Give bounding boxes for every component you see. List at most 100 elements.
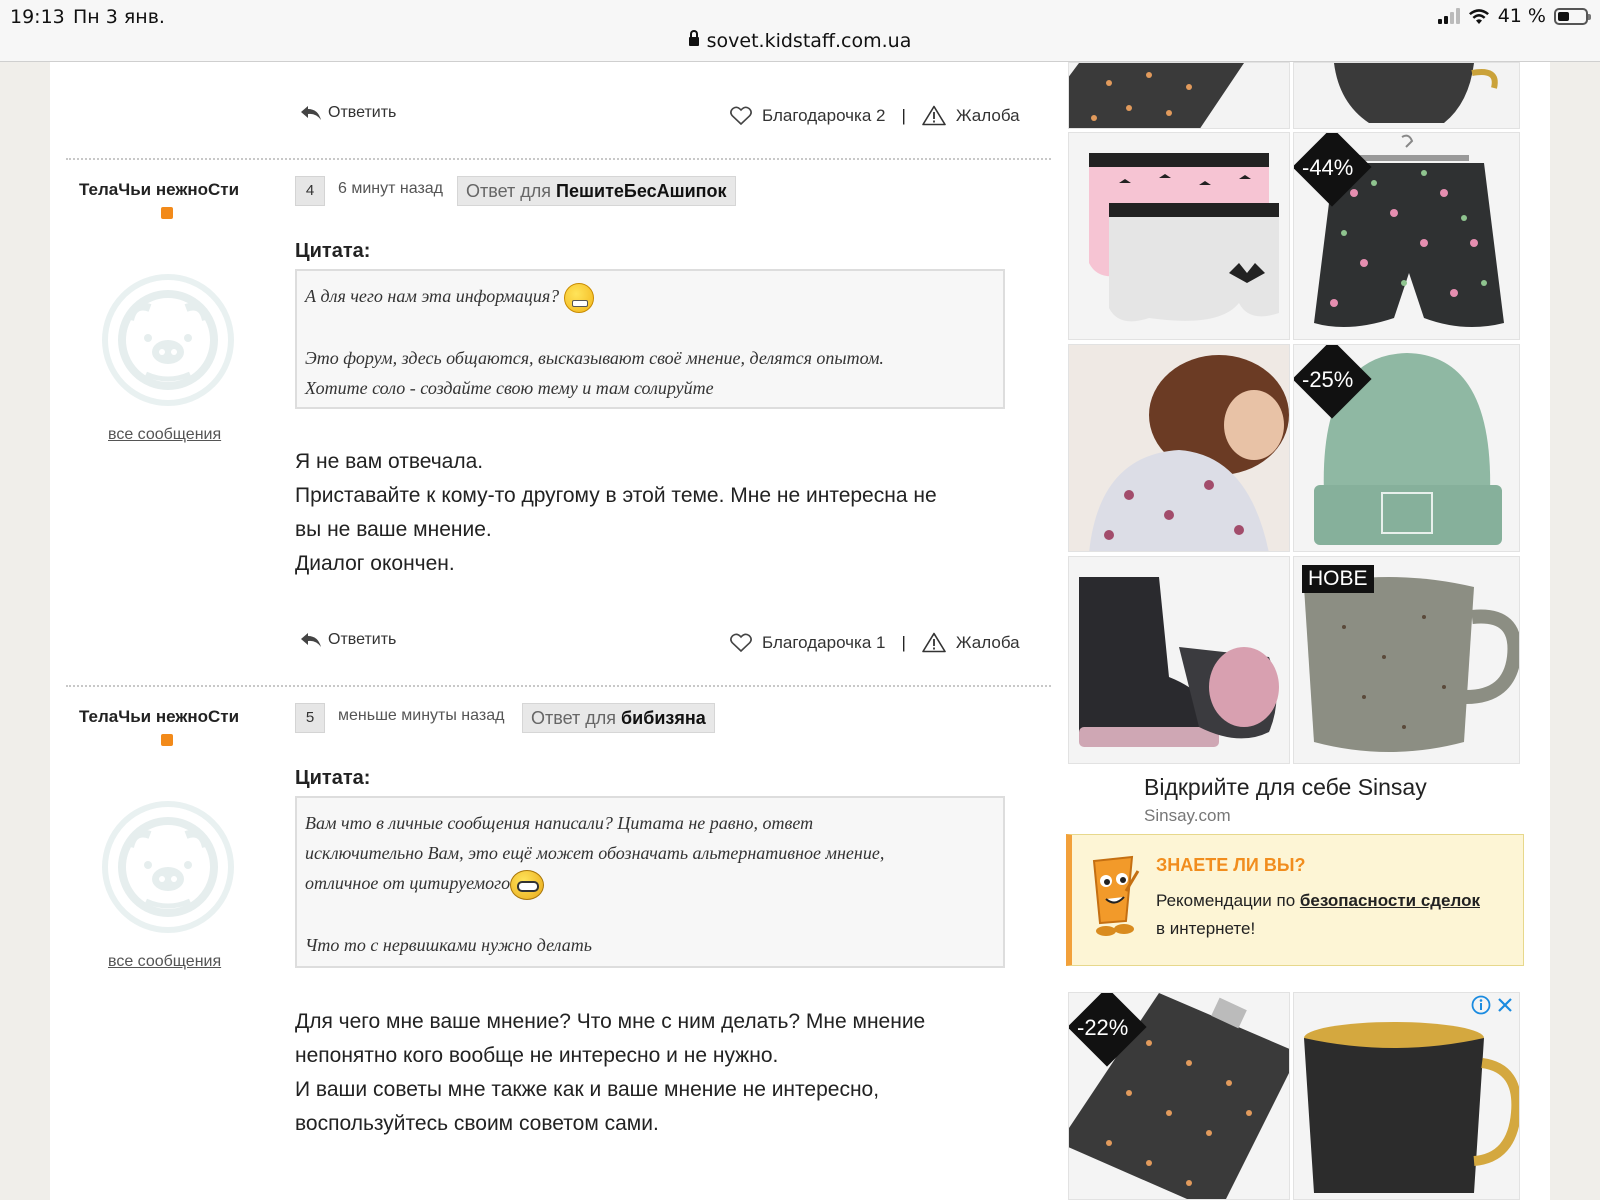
reply-to-badge[interactable]: Ответ для ПешитеБесАшипок xyxy=(457,176,736,206)
ad-product-beanie[interactable]: -25% xyxy=(1293,344,1520,552)
reply-to-badge[interactable]: Ответ для бибизяна xyxy=(522,703,715,733)
gold-mug-product-image xyxy=(1294,993,1519,1199)
battery-icon xyxy=(1554,7,1591,25)
status-bar: 19:13 Пн 3 янв. 41 % sovet.kidstaff.com.… xyxy=(0,0,1600,62)
post-line: вы не ваше мнение. xyxy=(295,518,492,541)
clipboard-product-image xyxy=(1069,63,1289,128)
ad-product-floral-shorts[interactable]: -44% xyxy=(1293,132,1520,340)
post-line: непонятно кого вообще не интересно и не … xyxy=(295,1044,779,1067)
thanks-count: 2 xyxy=(876,105,886,125)
status-icons: 41 % xyxy=(1437,5,1591,27)
ad-product-mug[interactable] xyxy=(1293,62,1520,129)
quote-line: А для чего нам эта информация? xyxy=(305,281,995,313)
girl-sweater-product-image xyxy=(1069,345,1289,551)
wifi-icon xyxy=(1468,8,1489,24)
clock: 19:13 xyxy=(10,6,65,28)
post-number: 4 xyxy=(295,176,325,206)
warning-icon xyxy=(922,105,946,126)
ad-title[interactable]: Відкрийте для себе Sinsay xyxy=(1144,774,1427,801)
quote-label: Цитата: xyxy=(295,240,371,262)
author-name[interactable]: ТелаЧьи нежноСти xyxy=(79,180,239,200)
ad-product-clipboard[interactable] xyxy=(1068,62,1290,129)
post-body: Я не вам отвечала. Приставайте к кому-то… xyxy=(295,445,937,581)
url-text: sovet.kidstaff.com.ua xyxy=(706,30,912,52)
quote-line: Хотите соло - создайте свою тему и там с… xyxy=(305,377,714,398)
reply-to-label: Ответ для xyxy=(466,181,552,201)
quote-line: отличное от цитируемого xyxy=(305,868,995,900)
address-bar[interactable]: sovet.kidstaff.com.ua xyxy=(0,30,1600,52)
post-time: меньше минуты назад xyxy=(338,707,505,724)
reply-to-user: бибизяна xyxy=(621,708,706,728)
warning-icon xyxy=(922,632,946,653)
author-name[interactable]: ТелаЧьи нежноСти xyxy=(79,707,239,727)
online-status-badge xyxy=(161,734,173,746)
quote-label: Цитата: xyxy=(295,767,371,789)
cellular-signal-icon xyxy=(1437,8,1460,24)
post-body: Для чего мне ваше мнение? Что мне с ним … xyxy=(295,1005,925,1141)
reply-to-label: Ответ для xyxy=(531,708,617,728)
discount-badge: -44% xyxy=(1302,155,1354,180)
forum-page: Ответить Благодарочка 2 | Жалоба ТелаЧьи… xyxy=(50,62,1550,1200)
reply-to-user: ПешитеБесАшипок xyxy=(556,181,727,201)
post-actions: Благодарочка 2 | Жалоба xyxy=(730,105,1020,126)
post-line: Диалог окончен. xyxy=(295,552,455,575)
ad-product-girl-sweater[interactable] xyxy=(1068,344,1290,552)
quote-block: Вам что в личные сообщения написали? Цит… xyxy=(295,796,1005,968)
grimace-emoji-icon xyxy=(563,282,594,313)
quote-block: А для чего нам эта информация? Это форум… xyxy=(295,269,1005,409)
separator: | xyxy=(901,105,906,125)
ad-info-icon[interactable] xyxy=(1471,995,1491,1015)
tip-box: ЗНАЕТЕ ЛИ ВЫ? Рекомендации по безопаснос… xyxy=(1066,834,1524,966)
post-line: Приставайте к кому-то другому в этой тем… xyxy=(295,484,937,507)
avatar[interactable] xyxy=(102,274,234,406)
ad-product-mug-speckled[interactable]: НОВЕ xyxy=(1293,556,1520,764)
reply-arrow-icon xyxy=(301,633,321,647)
thanks-count: 1 xyxy=(876,632,886,652)
post-time: 6 минут назад xyxy=(338,180,444,197)
reply-button[interactable]: Ответить xyxy=(300,104,396,122)
mug-product-image xyxy=(1294,63,1519,128)
reply-label: Ответить xyxy=(328,104,397,121)
ad-domain[interactable]: Sinsay.com xyxy=(1144,806,1231,826)
thanks-button[interactable]: Благодарочка 1 xyxy=(762,633,885,653)
all-messages-link[interactable]: все сообщения xyxy=(108,426,221,444)
avatar[interactable] xyxy=(102,801,234,933)
discount-badge: -25% xyxy=(1302,367,1354,392)
ad-product-gold-mug[interactable] xyxy=(1293,992,1520,1200)
post-divider xyxy=(66,685,1051,687)
reply-button[interactable]: Ответить xyxy=(300,631,396,649)
glasses-smiley-icon xyxy=(510,869,545,900)
online-status-badge xyxy=(161,207,173,219)
post-line: Я не вам отвечала. xyxy=(295,450,484,473)
tip-text: Рекомендации по безопасности сделок в инт… xyxy=(1156,891,1480,938)
post-number: 5 xyxy=(295,703,325,733)
complaint-button[interactable]: Жалоба xyxy=(956,106,1020,126)
heart-icon[interactable] xyxy=(730,106,752,126)
quote-line: Что то с нервишками нужно делать xyxy=(305,934,592,955)
post-line: И ваши советы мне также как и ваше мнени… xyxy=(295,1078,880,1101)
ad-product-boots[interactable] xyxy=(1068,556,1290,764)
tip-title: ЗНАЕТЕ ЛИ ВЫ? xyxy=(1156,855,1306,875)
thanks-button[interactable]: Благодарочка 2 xyxy=(762,106,885,126)
date: Пн 3 янв. xyxy=(73,6,165,28)
ad-product-clipboard[interactable]: -22% xyxy=(1068,992,1290,1200)
complaint-button[interactable]: Жалоба xyxy=(956,633,1020,653)
lock-icon xyxy=(688,30,699,46)
safety-link[interactable]: безопасности сделок xyxy=(1300,891,1480,910)
all-messages-link[interactable]: все сообщения xyxy=(108,953,221,971)
discount-badge: -22% xyxy=(1077,1015,1129,1040)
mascot-icon xyxy=(1092,855,1140,936)
heart-icon[interactable] xyxy=(730,633,752,653)
pig-avatar-icon xyxy=(118,817,218,917)
post-divider xyxy=(66,158,1051,160)
quote-line: Это форум, здесь общаются, высказывают с… xyxy=(305,347,884,368)
separator: | xyxy=(901,632,906,652)
thanks-label: Благодарочка xyxy=(762,632,872,652)
post-actions: Благодарочка 1 | Жалоба xyxy=(730,632,1020,653)
new-badge: НОВЕ xyxy=(1302,565,1374,593)
ad-product-shorts[interactable] xyxy=(1068,132,1290,340)
post-line: воспользуйтесь своим советом сами. xyxy=(295,1112,659,1135)
ad-close-icon[interactable] xyxy=(1495,995,1515,1015)
reply-label: Ответить xyxy=(328,631,397,648)
reply-arrow-icon xyxy=(301,106,321,120)
